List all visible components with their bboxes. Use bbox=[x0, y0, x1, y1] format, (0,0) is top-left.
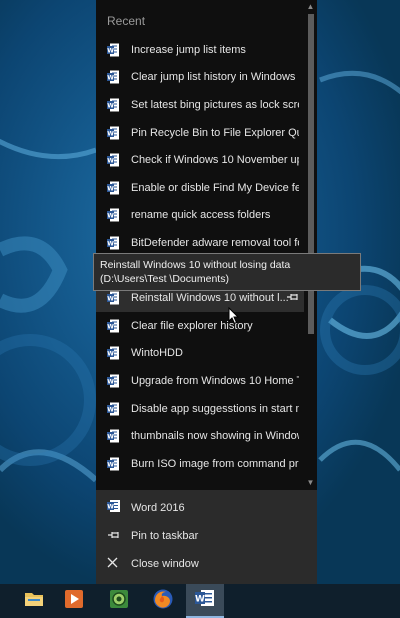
media-player-icon bbox=[64, 589, 84, 614]
word-doc-icon: W bbox=[107, 70, 119, 84]
recent-item-label: Reinstall Windows 10 without l... bbox=[131, 292, 289, 305]
taskbar: W bbox=[0, 584, 400, 618]
recent-item[interactable]: W Check if Windows 10 November upd... bbox=[96, 146, 304, 174]
recent-item-label: Check if Windows 10 November upd... bbox=[131, 154, 299, 167]
svg-text:W: W bbox=[107, 102, 114, 109]
svg-text:W: W bbox=[107, 434, 114, 441]
taskbar-word[interactable]: W bbox=[186, 584, 224, 618]
word-doc-icon: W bbox=[107, 374, 119, 388]
svg-text:W: W bbox=[107, 504, 114, 511]
word-doc-icon: W bbox=[107, 319, 119, 333]
utility-app-icon bbox=[109, 589, 129, 614]
taskbar-firefox[interactable] bbox=[144, 584, 182, 618]
recent-item[interactable]: W WintoHDD bbox=[96, 340, 304, 368]
recent-list-area: Recent W Increase jump list items W Clear j… bbox=[96, 0, 317, 490]
recent-item-label: Disable app suggesstions in start me... bbox=[131, 402, 299, 415]
recent-item-label: thumbnails now showing in Window... bbox=[131, 430, 299, 443]
task-word-2016[interactable]: W Word 2016 bbox=[96, 494, 317, 522]
recent-item-label: rename quick access folders bbox=[131, 209, 271, 222]
scroll-down-arrow-icon[interactable]: ▼ bbox=[304, 476, 317, 490]
svg-text:W: W bbox=[107, 461, 114, 468]
task-pin-to-taskbar[interactable]: Pin to taskbar bbox=[96, 522, 317, 550]
word-icon: W bbox=[195, 589, 215, 612]
recent-item[interactable]: W Clear jump list history in Windows 10 bbox=[96, 64, 304, 92]
word-doc-icon: W bbox=[107, 126, 119, 140]
svg-text:W: W bbox=[107, 406, 114, 413]
svg-text:W: W bbox=[107, 130, 114, 137]
svg-text:W: W bbox=[195, 594, 205, 604]
word-doc-icon: W bbox=[107, 153, 119, 167]
recent-item[interactable]: W Upgrade from Windows 10 Home To... bbox=[96, 367, 304, 395]
recent-item-label: Clear jump list history in Windows 10 bbox=[131, 71, 299, 84]
recent-item[interactable]: Wthumbnails now showing in Window... bbox=[96, 422, 304, 450]
recent-item[interactable]: Wrename quick access folders bbox=[96, 202, 304, 230]
task-label: Word 2016 bbox=[131, 502, 185, 514]
svg-text:W: W bbox=[107, 296, 114, 303]
recent-item-label: BitDefender adware removal tool for... bbox=[131, 236, 299, 249]
jump-list-menu: Recent W Increase jump list items W Clear j… bbox=[96, 0, 317, 584]
scrollbar[interactable]: ▲ ▼ bbox=[304, 0, 317, 490]
firefox-icon bbox=[152, 588, 174, 615]
recent-item[interactable]: W Enable or disble Find My Device feat... bbox=[96, 174, 304, 202]
pin-icon[interactable] bbox=[286, 289, 300, 307]
recent-item[interactable]: W Clear file explorer history bbox=[96, 312, 304, 340]
mouse-cursor-icon bbox=[228, 306, 240, 330]
taskbar-media-player[interactable] bbox=[55, 584, 93, 618]
word-doc-icon: W bbox=[107, 457, 119, 471]
svg-text:W: W bbox=[107, 75, 114, 82]
section-header-recent: Recent bbox=[107, 14, 146, 28]
recent-item-label: Enable or disble Find My Device feat... bbox=[131, 181, 299, 194]
recent-item[interactable]: W Disable app suggesstions in start me... bbox=[96, 395, 304, 423]
word-doc-icon: W bbox=[107, 236, 119, 250]
recent-item-label: WintoHDD bbox=[131, 347, 183, 360]
word-doc-icon: W bbox=[107, 402, 119, 416]
word-doc-icon: W bbox=[107, 98, 119, 112]
word-doc-icon: W bbox=[107, 181, 119, 195]
svg-text:W: W bbox=[107, 185, 114, 192]
word-doc-icon: W bbox=[107, 291, 119, 305]
word-icon: W bbox=[107, 499, 120, 517]
taskbar-utility-app[interactable] bbox=[100, 584, 138, 618]
close-icon bbox=[107, 555, 118, 573]
svg-text:W: W bbox=[107, 47, 114, 54]
task-close-window[interactable]: Close window bbox=[96, 550, 317, 578]
recent-item-label: Pin Recycle Bin to File Explorer Quick..… bbox=[131, 126, 299, 139]
scroll-up-arrow-icon[interactable]: ▲ bbox=[304, 0, 317, 14]
recent-item[interactable]: W Burn ISO image from command pro... bbox=[96, 450, 304, 478]
svg-text:W: W bbox=[107, 351, 114, 358]
taskbar-file-explorer[interactable] bbox=[15, 584, 53, 618]
recent-item[interactable]: W Set latest bing pictures as lock scree.… bbox=[96, 91, 304, 119]
recent-item-label: Upgrade from Windows 10 Home To... bbox=[131, 374, 299, 387]
svg-text:W: W bbox=[107, 323, 114, 330]
svg-text:W: W bbox=[107, 240, 114, 247]
task-label: Pin to taskbar bbox=[131, 530, 199, 542]
svg-text:W: W bbox=[107, 158, 114, 165]
recent-item[interactable]: W Increase jump list items bbox=[96, 36, 304, 64]
tasks-section: W Word 2016 Pin to taskbar Close window bbox=[96, 490, 317, 584]
svg-text:W: W bbox=[107, 213, 114, 220]
pin-icon bbox=[107, 527, 121, 545]
folder-icon bbox=[24, 590, 44, 613]
task-label: Close window bbox=[131, 558, 199, 570]
word-doc-icon: W bbox=[107, 346, 119, 360]
recent-item[interactable]: W Pin Recycle Bin to File Explorer Quick.… bbox=[96, 119, 304, 147]
tooltip: Reinstall Windows 10 without losing data… bbox=[93, 253, 361, 291]
word-doc-icon: W bbox=[107, 43, 119, 57]
svg-text:W: W bbox=[107, 378, 114, 385]
recent-item-label: Set latest bing pictures as lock scree..… bbox=[131, 98, 299, 111]
word-doc-icon: W bbox=[107, 429, 119, 443]
recent-item-label: Burn ISO image from command pro... bbox=[131, 457, 299, 470]
word-doc-icon: W bbox=[107, 208, 119, 222]
recent-item-label: Increase jump list items bbox=[131, 43, 246, 56]
